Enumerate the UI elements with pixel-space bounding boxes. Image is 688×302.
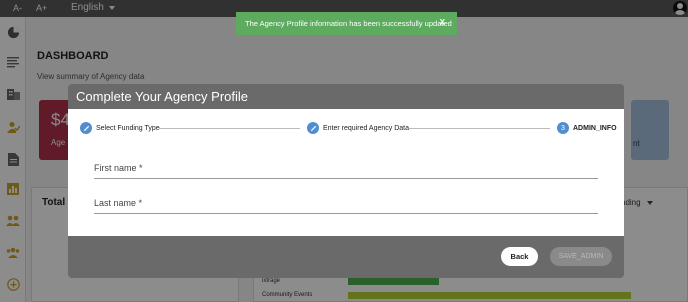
- step-label: ADMIN_INFO: [573, 124, 617, 132]
- modal-title: Complete Your Agency Profile: [76, 89, 248, 104]
- check-icon: [307, 122, 319, 134]
- back-button[interactable]: Back: [501, 247, 538, 266]
- save-admin-button[interactable]: SAVE_ADMIN: [550, 247, 612, 266]
- success-toast: The Agency Profile information has been …: [236, 12, 457, 35]
- last-name-field[interactable]: Last name *: [94, 196, 598, 214]
- step-connector: [159, 128, 300, 129]
- toast-close-button[interactable]: X: [440, 18, 445, 27]
- modal-footer: Back SAVE_ADMIN: [68, 236, 624, 278]
- step-admin-info[interactable]: 3 ADMIN_INFO: [557, 122, 617, 134]
- check-icon: [80, 122, 92, 134]
- last-name-label: Last name *: [94, 198, 143, 208]
- step-label: Select Funding Type: [96, 124, 160, 132]
- toast-message: The Agency Profile information has been …: [245, 19, 452, 28]
- step-number: 3: [557, 122, 569, 134]
- step-enter-agency-data[interactable]: Enter required Agency Data: [307, 122, 409, 134]
- step-label: Enter required Agency Data: [323, 124, 409, 132]
- step-select-funding-type[interactable]: Select Funding Type: [80, 122, 160, 134]
- modal-body: Select Funding Type Enter required Agenc…: [68, 109, 624, 236]
- step-connector: [409, 128, 550, 129]
- modal-header: Complete Your Agency Profile: [68, 84, 624, 109]
- first-name-label: First name *: [94, 163, 143, 173]
- first-name-field[interactable]: First name *: [94, 161, 598, 179]
